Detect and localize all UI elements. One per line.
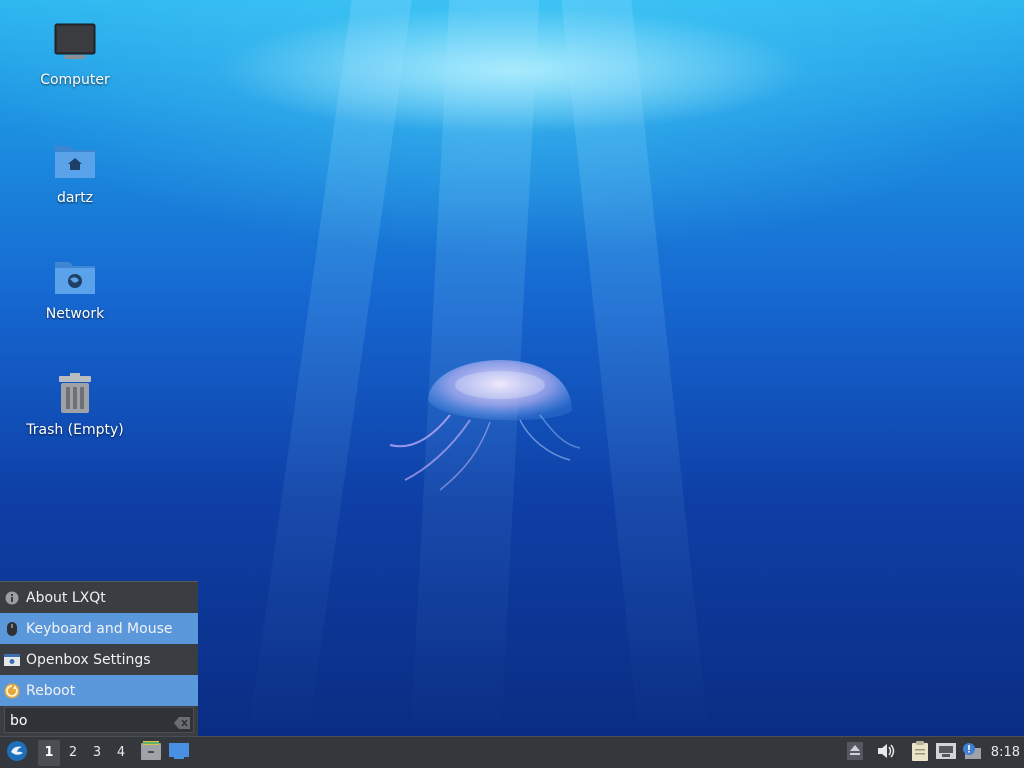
file-cabinet-icon — [140, 740, 162, 765]
notification-icon — [962, 742, 982, 764]
clipboard-button[interactable] — [907, 740, 933, 766]
clear-text-icon[interactable] — [174, 714, 190, 729]
desktop-icon-label: dartz — [56, 190, 94, 206]
volume-button[interactable] — [871, 740, 901, 766]
trash-icon — [53, 372, 97, 416]
workspace-label: 2 — [68, 745, 78, 760]
desktop-icon-home[interactable]: dartz — [20, 140, 130, 206]
mouse-icon — [4, 621, 20, 637]
jellyfish-wallpaper — [389, 360, 581, 491]
desktop: Computer dartz Network Trash (Empty) Abo… — [0, 0, 1024, 736]
workspace-label: 4 — [116, 745, 126, 760]
menu-item-label: Openbox Settings — [26, 651, 151, 668]
openbox-icon — [4, 652, 20, 668]
menu-search-box — [4, 707, 194, 734]
info-icon — [4, 590, 20, 606]
menu-item-label: About LXQt — [26, 589, 106, 606]
workspace-label: 1 — [44, 745, 54, 760]
lxqt-logo-icon — [6, 740, 28, 766]
clipboard-icon — [911, 740, 929, 765]
workspace-3-button[interactable]: 3 — [86, 740, 108, 766]
menu-item-keyboard-and-mouse[interactable]: Keyboard and Mouse — [0, 613, 198, 644]
desktop-icon — [168, 742, 190, 764]
eject-icon — [846, 741, 863, 764]
menu-item-label: Keyboard and Mouse — [26, 620, 173, 637]
desktop-icon-trash[interactable]: Trash (Empty) — [20, 372, 130, 438]
desktop-icon-label: Computer — [40, 72, 110, 88]
network-tray-button[interactable] — [933, 740, 959, 766]
menu-item-label: Reboot — [26, 682, 76, 699]
main-menu-button[interactable] — [2, 740, 32, 766]
menu-item-openbox-settings[interactable]: Openbox Settings — [0, 644, 198, 675]
desktop-icon-label: Network — [45, 306, 105, 322]
notification-button[interactable] — [959, 740, 985, 766]
workspace-1-button[interactable]: 1 — [38, 739, 60, 766]
menu-item-about-lxqt[interactable]: About LXQt — [0, 582, 198, 613]
home-folder-icon — [53, 140, 97, 184]
workspace-4-button[interactable]: 4 — [110, 740, 132, 766]
show-desktop-button[interactable] — [166, 740, 192, 766]
taskbar: 1 2 3 4 8:18 — [0, 736, 1024, 768]
application-menu: About LXQt Keyboard and Mouse Openbox Se… — [0, 581, 198, 736]
menu-item-reboot[interactable]: Reboot — [0, 675, 198, 706]
removable-media-button[interactable] — [843, 740, 867, 766]
volume-icon — [877, 743, 895, 763]
desktop-icon-network[interactable]: Network — [20, 256, 130, 322]
clock[interactable]: 8:18 — [991, 745, 1020, 760]
file-manager-launcher[interactable] — [138, 740, 164, 766]
network-folder-icon — [53, 256, 97, 300]
network-icon — [935, 742, 956, 763]
desktop-icon-computer[interactable]: Computer — [20, 22, 130, 88]
desktop-icon-label: Trash (Empty) — [26, 422, 124, 438]
computer-icon — [53, 22, 97, 66]
workspace-label: 3 — [92, 745, 102, 760]
menu-search-input[interactable] — [5, 708, 172, 734]
reboot-icon — [4, 683, 20, 699]
workspace-2-button[interactable]: 2 — [62, 740, 84, 766]
